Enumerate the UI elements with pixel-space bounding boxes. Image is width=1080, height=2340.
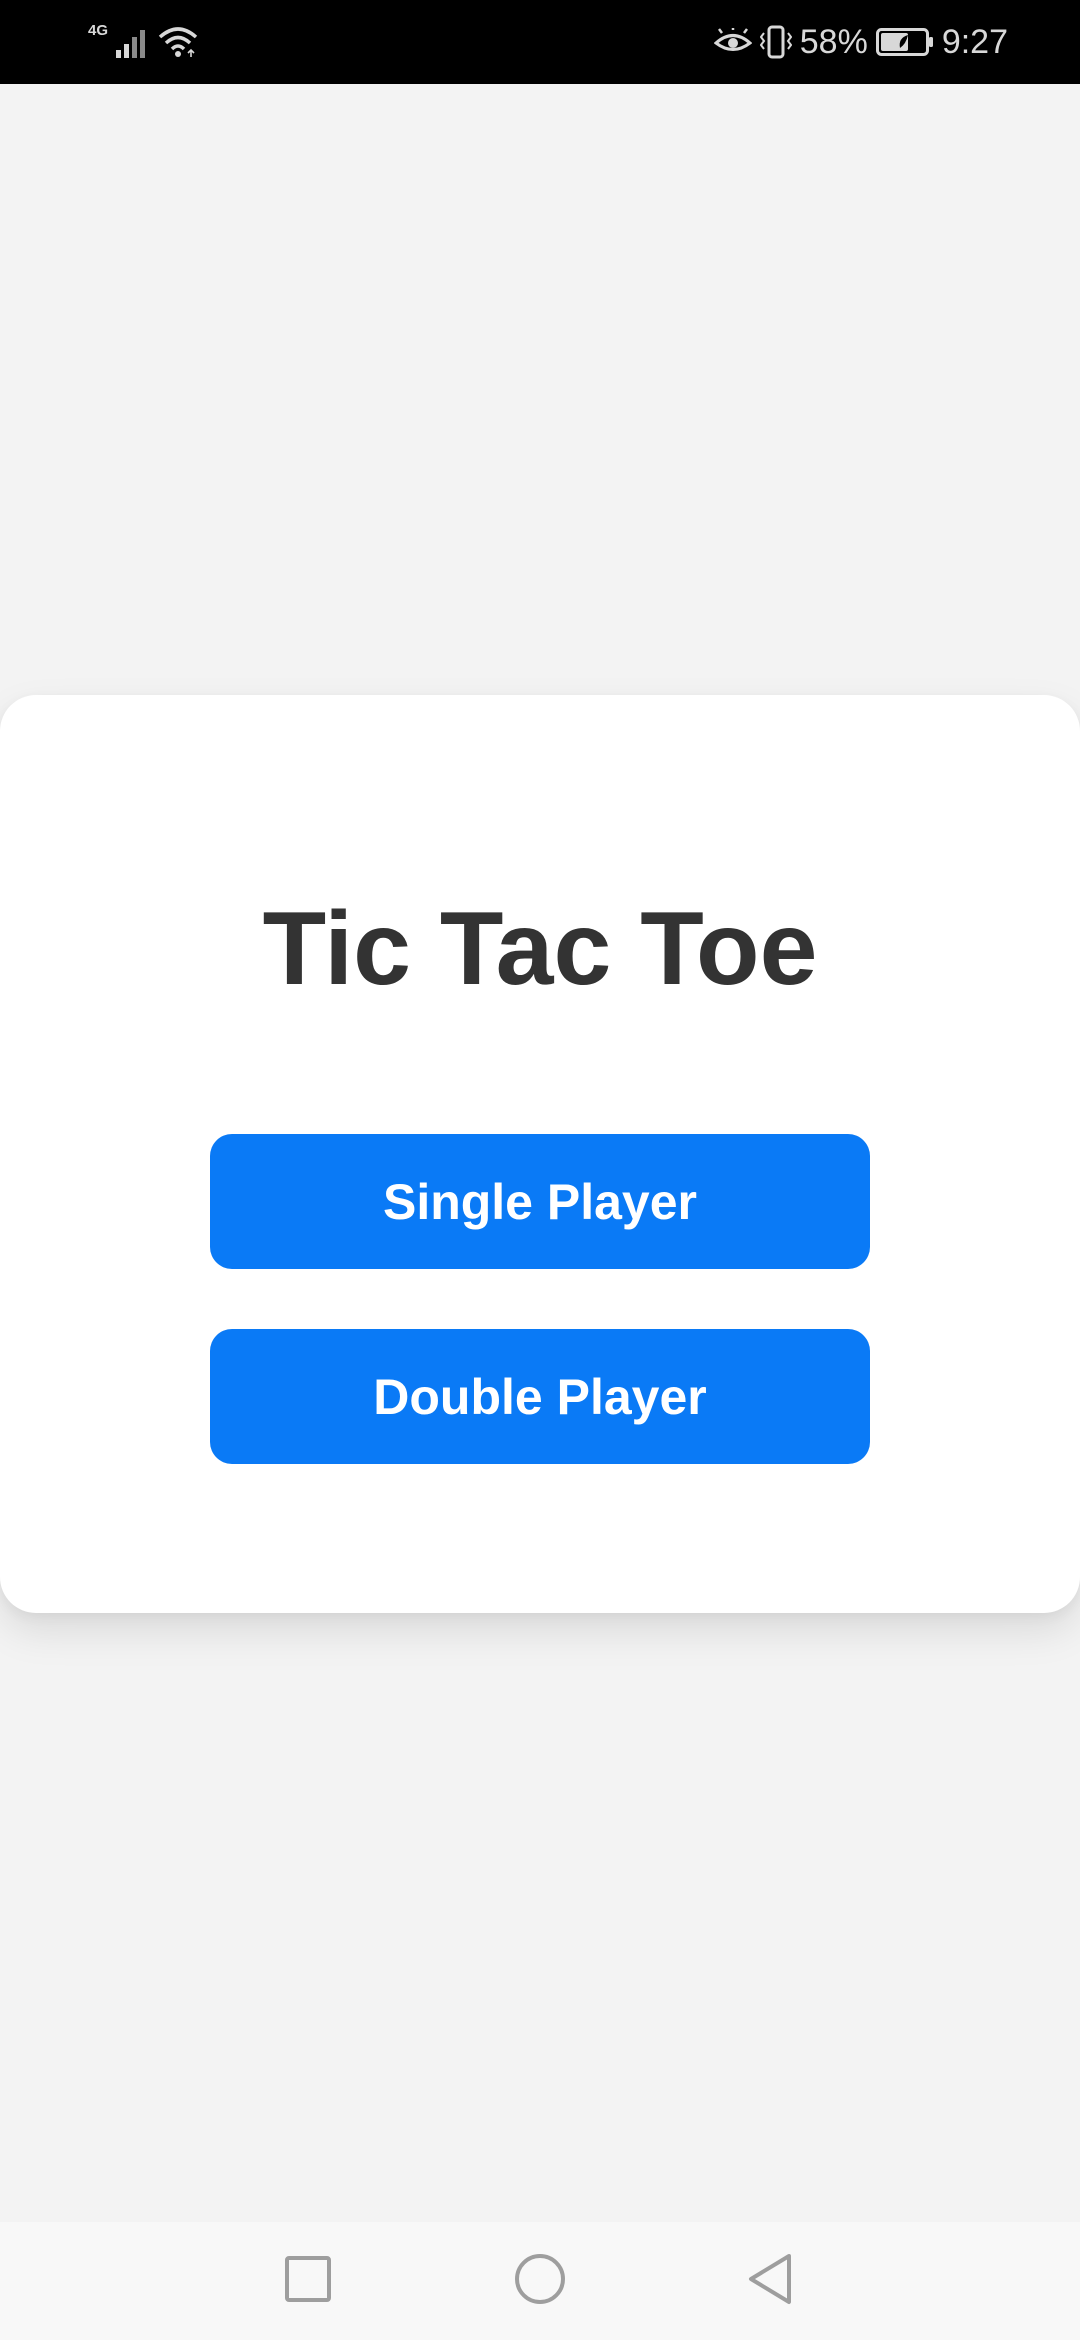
- home-icon: [513, 2252, 567, 2311]
- status-left: 4G: [88, 20, 198, 64]
- signal-icon: [116, 26, 150, 58]
- battery-percent: 58%: [799, 22, 868, 61]
- back-icon: [745, 2252, 795, 2311]
- double-player-button[interactable]: Double Player: [210, 1329, 870, 1464]
- network-type-label: 4G: [88, 21, 109, 39]
- eye-comfort-icon: [713, 28, 752, 56]
- back-button[interactable]: [737, 2248, 803, 2314]
- status-right: 58% 9:27: [713, 20, 1008, 64]
- status-bar: 4G 58% 9:27: [0, 0, 1080, 84]
- clock: 9:27: [941, 22, 1008, 61]
- recent-apps-icon: [284, 2255, 332, 2308]
- home-button[interactable]: [507, 2248, 573, 2314]
- page-title: Tic Tac Toe: [262, 891, 818, 1007]
- battery-icon: [875, 28, 934, 56]
- navigation-bar: [0, 2222, 1080, 2340]
- single-player-button[interactable]: Single Player: [210, 1134, 870, 1269]
- menu-card: Tic Tac Toe Single Player Double Player: [0, 695, 1080, 1613]
- screen: 4G 58% 9:27 Tic Tac Toe Single Player Do…: [0, 0, 1080, 2340]
- recent-apps-button[interactable]: [275, 2248, 341, 2314]
- vibrate-icon: [759, 25, 792, 59]
- wifi-icon: [158, 25, 198, 59]
